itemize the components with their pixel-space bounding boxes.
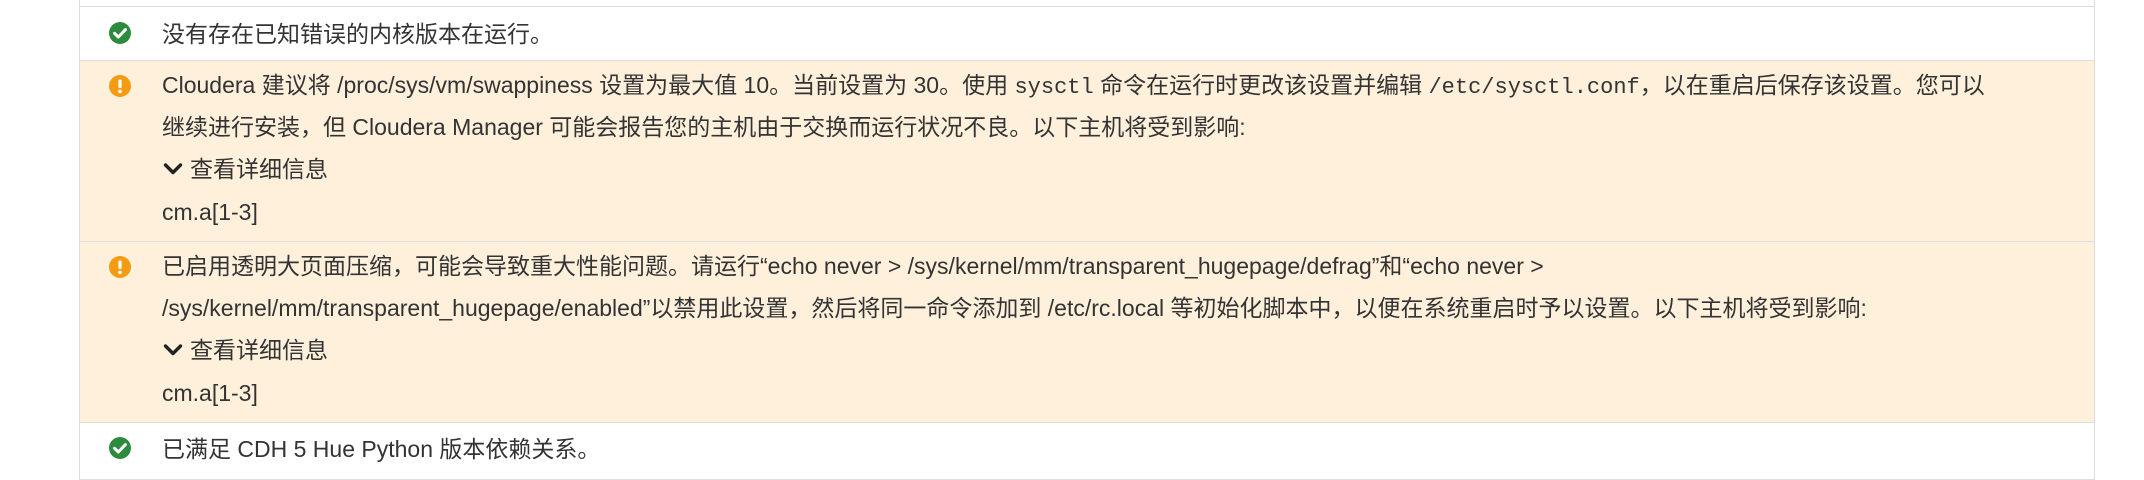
- inspector-row-hugepage-warning: 已启用透明大页面压缩，可能会导致重大性能问题。请运行“echo never > …: [80, 241, 2094, 422]
- exclamation-circle-icon: [109, 75, 131, 97]
- inspector-message-line-1: 已启用透明大页面压缩，可能会导致重大性能问题。请运行“echo never > …: [162, 253, 1544, 279]
- view-details-toggle[interactable]: 查看详细信息: [162, 155, 328, 183]
- affected-hosts: cm.a[1-3]: [162, 380, 258, 406]
- inspector-message-line-1: Cloudera 建议将 /proc/sys/vm/swappiness 设置为…: [162, 71, 1985, 102]
- chevron-down-icon: [163, 163, 183, 175]
- chevron-down-icon: [163, 344, 183, 356]
- inspector-message-line-2: 继续进行安装，但 Cloudera Manager 可能会报告您的主机由于交换而…: [162, 114, 1246, 140]
- view-details-label: 查看详细信息: [190, 156, 328, 182]
- exclamation-circle-icon: [109, 256, 131, 278]
- code-sysctl: sysctl: [1014, 75, 1094, 100]
- message-text: 命令在运行时更改该设置并编辑: [1093, 72, 1429, 98]
- inspector-row-swappiness-warning: Cloudera 建议将 /proc/sys/vm/swappiness 设置为…: [80, 60, 2094, 241]
- message-text: ，以在重启后保存该设置。您可以: [1639, 72, 1985, 98]
- check-circle-icon: [109, 437, 131, 459]
- inspector-row-kernel-ok: 没有存在已知错误的内核版本在运行。: [80, 6, 2094, 60]
- inspector-message: 没有存在已知错误的内核版本在运行。: [162, 21, 553, 47]
- inspector-message-line-2: /sys/kernel/mm/transparent_hugepage/enab…: [162, 295, 1867, 321]
- inspector-message: 已满足 CDH 5 Hue Python 版本依赖关系。: [162, 436, 601, 462]
- view-details-label: 查看详细信息: [190, 337, 328, 363]
- view-details-toggle[interactable]: 查看详细信息: [162, 336, 328, 364]
- code-sysctl-conf: /etc/sysctl.conf: [1428, 75, 1640, 100]
- inspector-row-hue-python-ok: 已满足 CDH 5 Hue Python 版本依赖关系。: [80, 422, 2094, 480]
- host-inspector-results-panel: 没有存在已知错误的内核版本在运行。 Cloudera 建议将 /proc/sys…: [79, 0, 2095, 480]
- affected-hosts: cm.a[1-3]: [162, 199, 258, 225]
- check-circle-icon: [109, 22, 131, 44]
- message-text: Cloudera 建议将 /proc/sys/vm/swappiness 设置为…: [162, 72, 1015, 98]
